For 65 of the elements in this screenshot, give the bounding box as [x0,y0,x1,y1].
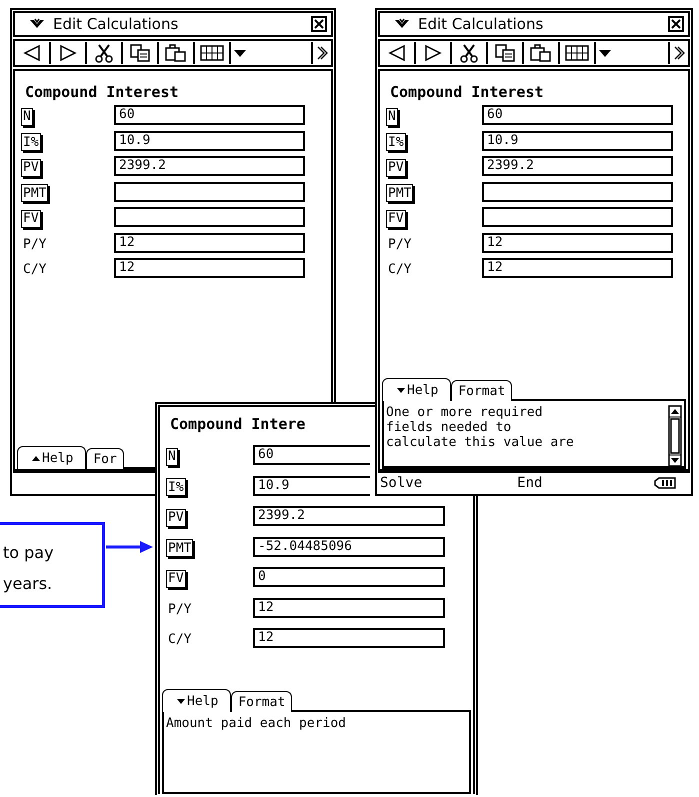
input-field[interactable]: 12 [253,598,445,618]
variable-key[interactable]: PMT [166,539,194,557]
menu-icon[interactable] [394,18,410,30]
variable-key[interactable]: PMT [386,184,414,202]
battery-icon [654,477,676,489]
variable-key[interactable]: N [386,108,398,126]
close-icon[interactable] [668,16,684,32]
solve-menu[interactable]: Solve [380,475,422,491]
field-label: C/Y [167,632,192,647]
field-label: C/Y [22,262,46,277]
input-field[interactable]: -52.04485096 [253,536,445,557]
variable-key[interactable]: FV [166,570,186,588]
variable-key[interactable]: I% [166,478,186,496]
variable-key[interactable]: I% [386,133,406,151]
help-text: Amount paid each period [166,716,348,733]
variable-key[interactable]: N [21,108,33,126]
input-field[interactable]: 2399.2 [482,156,673,176]
close-icon[interactable] [311,16,327,32]
input-field[interactable]: 2399.2 [114,156,305,176]
input-field[interactable] [482,207,673,228]
input-field[interactable]: 60 [114,105,305,126]
end-menu[interactable]: End [517,475,542,491]
variable-key[interactable]: I% [21,133,41,151]
panel-tab[interactable]: For [86,448,124,469]
variable-key[interactable]: N [166,448,178,466]
input-field[interactable]: 60 [253,445,370,466]
variable-key[interactable]: FV [21,210,41,228]
form-heading: Compound Interest [25,83,179,101]
form-heading: Compound Interest [390,83,544,101]
callout-text: to pay [3,542,55,564]
window-title: Edit Calculations [418,15,544,33]
callout-text: years. [3,573,54,595]
input-field[interactable]: 12 [114,258,305,278]
variable-key[interactable]: PV [166,508,186,526]
variable-key[interactable]: PV [21,158,41,176]
window-title: Edit Calculations [53,15,178,33]
input-field[interactable]: 2399.2 [253,506,445,526]
input-field[interactable]: 10.9 [482,130,673,151]
panel-tab[interactable]: Format [231,691,292,712]
field-label: C/Y [387,262,412,277]
input-field[interactable] [114,207,305,228]
variable-key[interactable]: PV [386,158,406,176]
input-field[interactable]: 12 [482,258,673,278]
field-label: P/Y [22,237,46,252]
input-field[interactable]: 60 [482,105,673,126]
input-field[interactable] [114,182,305,202]
scrollbar[interactable] [668,405,682,467]
input-field[interactable]: 12 [253,628,445,648]
input-field[interactable]: 10.9 [253,476,370,496]
field-label: P/Y [387,237,412,252]
menu-icon[interactable] [29,18,45,30]
input-field[interactable] [482,182,673,202]
input-field[interactable]: 10.9 [114,130,305,151]
panel-tab[interactable]: Help [162,689,232,712]
field-label: P/Y [167,602,192,617]
panel-tab[interactable]: Help [17,446,86,469]
input-field[interactable]: 0 [253,567,445,588]
help-text: One or more required fields needed to calculate this value are [386,405,575,452]
variable-key[interactable]: FV [386,210,406,228]
input-field[interactable]: 12 [482,232,673,252]
input-field[interactable]: 12 [114,232,305,252]
variable-key[interactable]: PMT [21,184,48,202]
form-heading: Compound Intere [170,415,306,433]
panel-tab[interactable]: Format [451,380,512,401]
panel-tab[interactable]: Help [382,378,452,401]
